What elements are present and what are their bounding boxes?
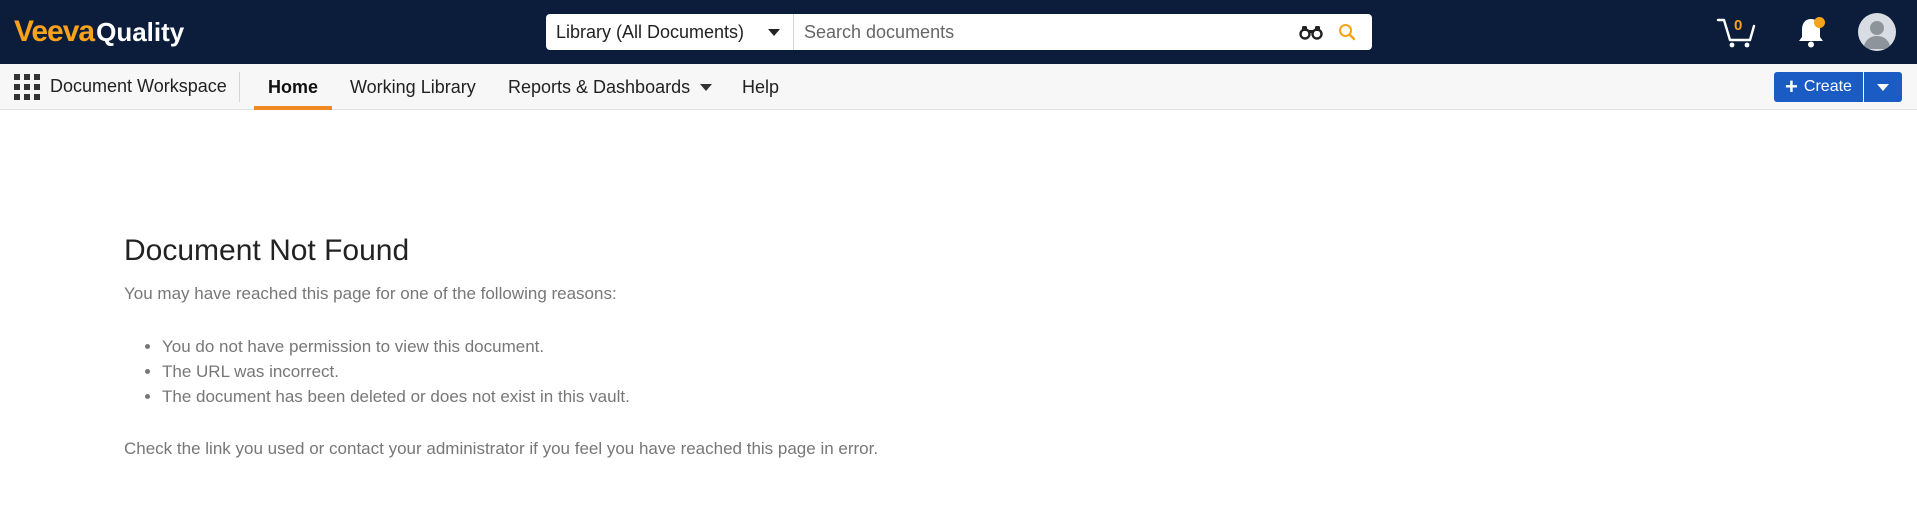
tab-reports-dashboards-label: Reports & Dashboards bbox=[508, 76, 691, 97]
tab-working-library[interactable]: Working Library bbox=[350, 64, 476, 110]
top-bar: Veeva Quality Library (All Documents) Se… bbox=[0, 0, 1917, 64]
search-bar: Library (All Documents) bbox=[546, 14, 1372, 50]
notification-dot bbox=[1814, 17, 1825, 28]
error-intro: You may have reached this page for one o… bbox=[124, 284, 617, 303]
cart-button[interactable]: 0 bbox=[1716, 14, 1758, 50]
search-scope-label: Library (All Documents) bbox=[556, 21, 745, 42]
tab-help-label: Help bbox=[742, 76, 780, 97]
logo-brand: Veeva bbox=[14, 15, 95, 48]
create-button[interactable]: + Create bbox=[1774, 72, 1863, 102]
nav-bar: Document Workspace Home Working Library … bbox=[0, 64, 1917, 110]
list-item: The document has been deleted or does no… bbox=[162, 384, 1224, 409]
cart-count-badge: 0 bbox=[1734, 17, 1743, 34]
caret-down-icon bbox=[1877, 84, 1889, 91]
tab-reports-dashboards[interactable]: Reports & Dashboards bbox=[508, 64, 713, 110]
list-item: You do not have permission to view this … bbox=[162, 334, 1224, 359]
logo-product: Quality bbox=[96, 16, 185, 47]
list-item: The URL was incorrect. bbox=[162, 359, 1224, 384]
page-title: Document Not Found bbox=[124, 234, 410, 267]
search-input[interactable] bbox=[794, 14, 1296, 50]
app-logo[interactable]: Veeva Quality bbox=[14, 15, 185, 48]
caret-down-icon bbox=[700, 83, 713, 91]
error-closing: Check the link you used or contact your … bbox=[124, 439, 879, 458]
tab-home-label: Home bbox=[267, 76, 318, 97]
search-scope-select[interactable]: Library (All Documents) bbox=[546, 14, 794, 50]
tab-home[interactable]: Home bbox=[254, 64, 332, 110]
create-button-label: Create bbox=[1803, 78, 1852, 95]
user-avatar-icon[interactable] bbox=[1858, 13, 1896, 51]
apps-grid-icon[interactable] bbox=[14, 73, 42, 101]
workspace-name[interactable]: Document Workspace bbox=[50, 76, 227, 97]
nav-divider bbox=[239, 72, 240, 102]
tab-working-library-label: Working Library bbox=[350, 76, 476, 97]
search-icon[interactable] bbox=[1332, 14, 1362, 50]
binoculars-icon[interactable] bbox=[1296, 14, 1326, 50]
notifications-button[interactable] bbox=[1794, 14, 1828, 50]
error-content: Document Not Found You may have reached … bbox=[124, 234, 1224, 459]
plus-icon: + bbox=[1785, 74, 1798, 99]
reason-list: You do not have permission to view this … bbox=[124, 334, 1224, 409]
tab-help[interactable]: Help bbox=[742, 64, 779, 110]
create-dropdown-button[interactable] bbox=[1864, 72, 1902, 102]
caret-down-icon bbox=[768, 29, 780, 36]
